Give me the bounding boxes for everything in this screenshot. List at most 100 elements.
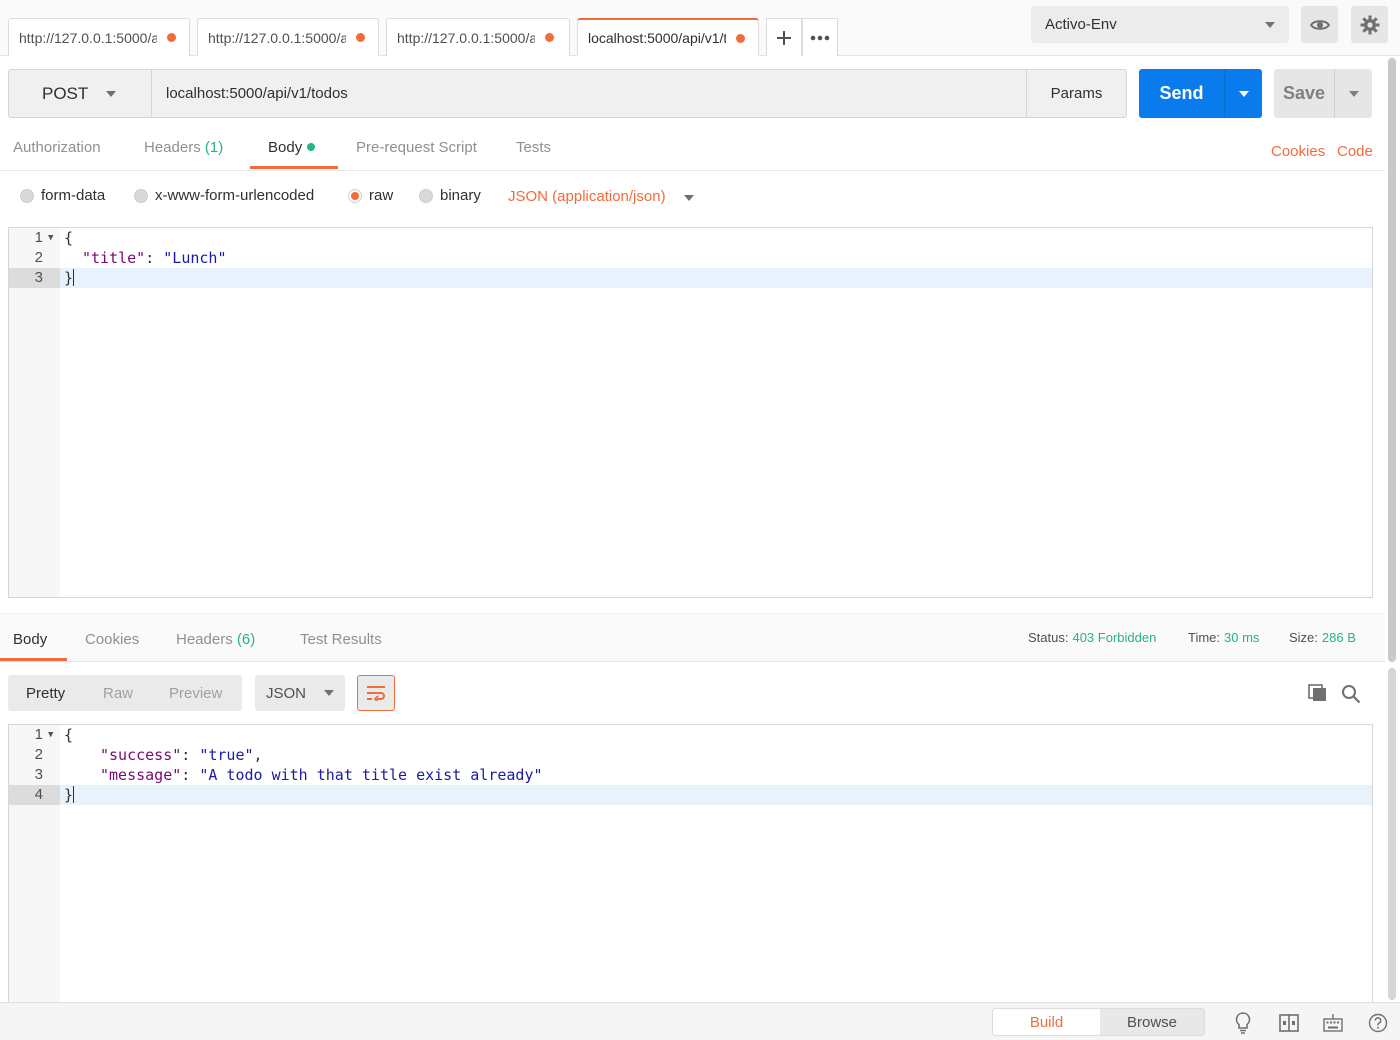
time-value: 30 ms <box>1224 630 1260 645</box>
fold-arrow-icon[interactable]: ▼ <box>48 725 53 745</box>
text-cursor <box>73 786 75 803</box>
new-tab-button[interactable] <box>766 18 802 56</box>
url-input[interactable]: localhost:5000/api/v1/todos <box>152 70 1026 117</box>
text-cursor <box>73 269 75 286</box>
viewer-line: 1 ▼ { <box>9 725 1372 745</box>
json-key: "title" <box>82 249 146 267</box>
response-toolbar: Pretty Raw Preview JSON <box>0 672 1385 714</box>
more-tabs-button[interactable] <box>802 18 838 56</box>
status-label: Status: <box>1028 630 1069 645</box>
save-options-button[interactable] <box>1334 69 1372 118</box>
wrap-lines-button[interactable] <box>357 675 395 711</box>
send-button[interactable]: Send <box>1139 69 1262 118</box>
tab-response-cookies[interactable]: Cookies <box>85 631 139 648</box>
editor-line: 1 ▼ { <box>9 228 1372 248</box>
json-string: "true" <box>199 746 254 764</box>
response-status: Status: 403 Forbidden <box>1028 630 1156 645</box>
radio-form-data[interactable]: form-data <box>20 187 105 204</box>
tab-authorization[interactable]: Authorization <box>13 139 101 156</box>
json-string: "A todo with that title exist already" <box>199 766 543 784</box>
request-tab-2[interactable]: http://127.0.0.1:5000/api/v1/todos <box>197 18 379 56</box>
cookies-link[interactable]: Cookies <box>1271 143 1325 160</box>
json-colon: : <box>181 766 200 784</box>
json-key: "message" <box>100 766 182 784</box>
params-button[interactable]: Params <box>1026 70 1126 117</box>
tab-test-results[interactable]: Test Results <box>300 631 382 648</box>
line-number: 3 <box>9 268 60 288</box>
view-pretty-button[interactable]: Pretty <box>26 685 65 702</box>
size-label: Size: <box>1289 630 1318 645</box>
request-tab-4[interactable]: localhost:5000/api/v1/todos <box>577 18 759 56</box>
tab-label: http://127.0.0.1:5000/api/v1/todos <box>397 29 535 46</box>
code-text: { <box>64 726 74 744</box>
save-button[interactable]: Save <box>1274 69 1372 118</box>
content-type-select[interactable]: JSON (application/json) <box>508 188 694 205</box>
json-colon: : <box>145 249 164 267</box>
tab-pre-request-script[interactable]: Pre-request Script <box>356 139 477 156</box>
wrap-lines-icon <box>367 686 385 701</box>
radio-circle <box>134 188 148 203</box>
save-label: Save <box>1282 83 1326 103</box>
json-colon: : <box>181 746 200 764</box>
lightbulb-button[interactable] <box>1232 1012 1254 1034</box>
response-format-select[interactable]: JSON <box>255 675 345 711</box>
two-pane-view-button[interactable] <box>1278 1012 1300 1034</box>
format-label: JSON <box>266 684 307 702</box>
send-options-button[interactable] <box>1224 69 1262 118</box>
keyboard-icon <box>1323 1014 1343 1032</box>
line-number: 2 <box>34 746 43 763</box>
build-mode-button[interactable]: Build <box>993 1009 1100 1035</box>
editor-line-active: 3 } <box>9 268 1372 288</box>
environment-select[interactable]: Activo-Env <box>1031 6 1289 43</box>
radio-raw[interactable]: raw <box>348 187 393 204</box>
request-tab-1[interactable]: http://127.0.0.1:5000/api/v1/todos <box>8 18 190 56</box>
environment-quick-look-button[interactable] <box>1301 6 1338 43</box>
lightbulb-icon <box>1235 1012 1251 1034</box>
code-text: } <box>64 785 75 805</box>
help-button[interactable] <box>1367 1012 1389 1034</box>
settings-button[interactable] <box>1351 6 1388 43</box>
radio-label: binary <box>440 187 481 204</box>
tab-body-label: Body <box>268 139 303 156</box>
tab-tests[interactable]: Tests <box>516 139 551 156</box>
request-body-editor[interactable]: 1 ▼ { 2 "title": "Lunch" 3 } <box>8 227 1373 598</box>
radio-binary[interactable]: binary <box>419 187 481 204</box>
view-raw-button[interactable]: Raw <box>103 685 133 702</box>
editor-line: 2 "title": "Lunch" <box>9 248 1372 268</box>
chevron-down-icon <box>106 90 117 97</box>
json-brace: } <box>64 786 74 804</box>
tab-body[interactable]: Body <box>268 139 316 156</box>
view-preview-button[interactable]: Preview <box>169 685 222 702</box>
tab-response-headers[interactable]: Headers (6) <box>176 631 255 648</box>
request-url-bar: POST localhost:5000/api/v1/todos Params <box>8 69 1127 118</box>
response-body-viewer[interactable]: 1 ▼ { 2 "success": "true", 3 "message": … <box>8 724 1373 1004</box>
code-text: { <box>64 229 74 247</box>
search-response-button[interactable] <box>1341 684 1361 708</box>
copy-response-button[interactable] <box>1308 684 1328 706</box>
browse-mode-button[interactable]: Browse <box>1100 1009 1204 1035</box>
response-scrollbar[interactable] <box>1388 668 1396 1000</box>
code-text: "success": "true", <box>100 745 263 765</box>
status-bar: Build Browse <box>0 1002 1400 1040</box>
search-icon <box>1342 685 1361 704</box>
code-link[interactable]: Code <box>1337 143 1373 160</box>
tab-response-body[interactable]: Body <box>13 631 47 648</box>
active-tab-indicator <box>0 658 67 661</box>
help-icon <box>1368 1013 1388 1033</box>
json-string: "Lunch" <box>163 249 227 267</box>
code-text: "message": "A todo with that title exist… <box>100 765 543 785</box>
eye-icon <box>1309 19 1330 30</box>
json-key: "success" <box>100 746 182 764</box>
radio-x-www-form-urlencoded[interactable]: x-www-form-urlencoded <box>134 187 314 204</box>
request-tab-3[interactable]: http://127.0.0.1:5000/api/v1/todos <box>386 18 570 56</box>
keyboard-shortcuts-button[interactable] <box>1322 1012 1344 1034</box>
fold-arrow-icon[interactable]: ▼ <box>48 228 53 248</box>
size-value: 286 B <box>1321 630 1356 645</box>
unsaved-dot-icon <box>167 33 176 42</box>
gear-icon <box>1360 15 1379 34</box>
environment-selected-label: Activo-Env <box>1045 16 1117 33</box>
tab-headers[interactable]: Headers (1) <box>144 139 223 156</box>
request-scrollbar[interactable] <box>1388 58 1396 662</box>
unsaved-dot-icon <box>356 33 365 42</box>
method-select[interactable]: POST <box>9 70 152 117</box>
